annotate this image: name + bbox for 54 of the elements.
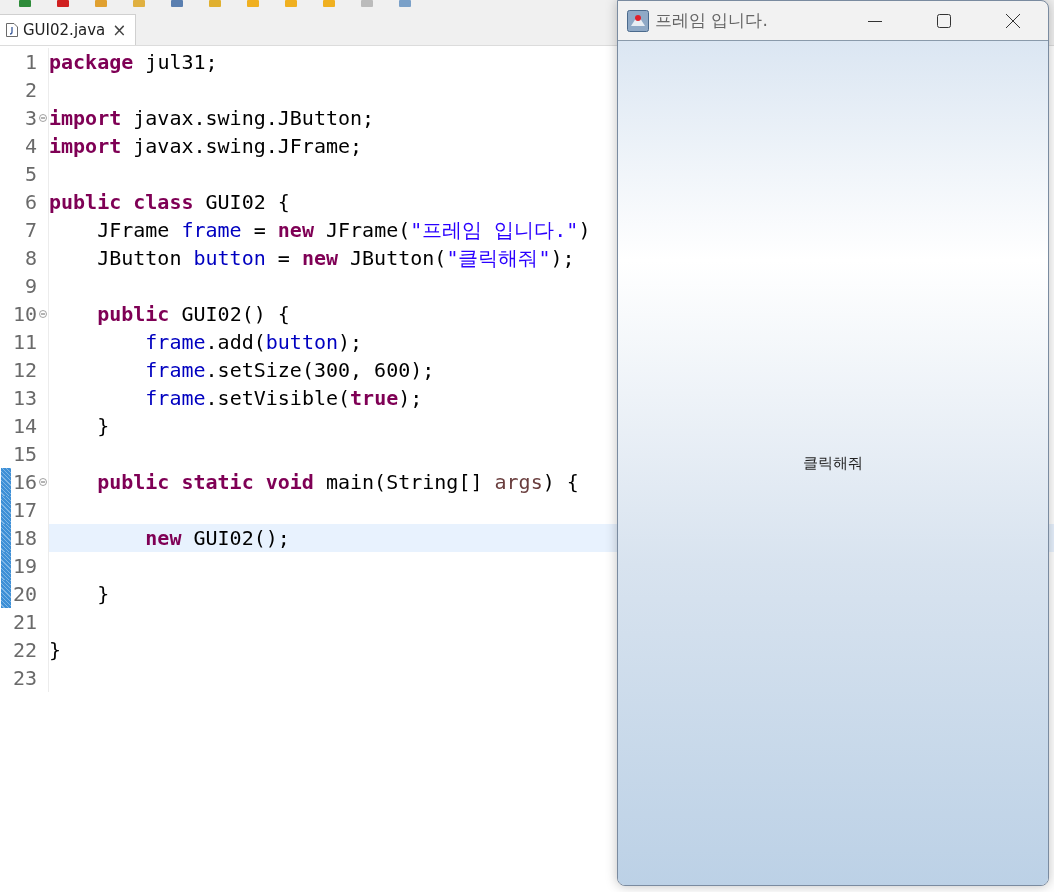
line-number: 5 — [24, 162, 37, 186]
toolbar-icon[interactable] — [94, 0, 108, 8]
line-number: 14 — [12, 414, 37, 438]
line-number: 13 — [12, 386, 37, 410]
collapse-icon[interactable] — [38, 478, 47, 486]
maximize-icon[interactable] — [936, 12, 952, 29]
line-number: 16 — [12, 470, 37, 494]
java-file-icon — [6, 23, 18, 37]
toolbar-icon[interactable] — [398, 0, 412, 8]
code-line: } — [96, 414, 110, 438]
code-line: new GUI02(); — [144, 526, 290, 550]
line-number: 18 — [12, 526, 37, 550]
line-number: 15 — [12, 442, 37, 466]
app-icon — [627, 9, 649, 32]
line-number: 17 — [12, 498, 37, 522]
code-line: public GUI02() { — [96, 302, 290, 326]
line-number: 23 — [12, 666, 37, 690]
line-number: 1 — [24, 50, 37, 74]
code-line: } — [96, 582, 110, 606]
window-title: 프레임 입니다. — [655, 9, 769, 32]
line-number: 3 — [24, 106, 37, 130]
code-line: import javax.swing.JFrame; — [49, 134, 363, 158]
collapse-icon[interactable] — [38, 310, 47, 318]
line-number: 4 — [24, 134, 37, 158]
line-number: 8 — [24, 246, 37, 270]
line-number: 21 — [12, 610, 37, 634]
toolbar-icon[interactable] — [56, 0, 70, 8]
editor-tab[interactable]: GUI02.java × — [0, 14, 136, 45]
toolbar-icon[interactable] — [170, 0, 184, 8]
line-number: 2 — [24, 78, 37, 102]
code-line: package jul31; — [49, 50, 218, 74]
toolbar-icon[interactable] — [18, 0, 32, 8]
line-number: 12 — [12, 358, 37, 382]
code-line: import javax.swing.JButton; — [49, 106, 375, 130]
line-number: 22 — [12, 638, 37, 662]
code-line: frame.setVisible(true); — [144, 386, 423, 410]
code-line: public static void main(String[] args) { — [96, 470, 579, 494]
code-line: JFrame frame = new JFrame("프레임 입니다.") — [96, 218, 591, 242]
line-number: 20 — [12, 582, 37, 606]
line-number: 11 — [12, 330, 37, 354]
click-button[interactable]: 클릭해줘 — [618, 41, 1048, 885]
code-line: frame.add(button); — [144, 330, 363, 354]
line-number: 10 — [12, 302, 37, 326]
line-number: 9 — [24, 274, 37, 298]
collapse-icon[interactable] — [38, 114, 47, 122]
close-icon[interactable] — [1005, 12, 1021, 29]
line-number: 19 — [12, 554, 37, 578]
close-tab-button[interactable]: × — [110, 20, 129, 40]
code-line: public class GUI02 { — [49, 190, 290, 214]
line-number: 7 — [24, 218, 37, 242]
code-line: frame.setSize(300, 600); — [144, 358, 435, 382]
code-line: JButton button = new JButton("클릭해줘"); — [96, 246, 575, 270]
code-line: } — [49, 638, 62, 662]
line-number: 6 — [24, 190, 37, 214]
